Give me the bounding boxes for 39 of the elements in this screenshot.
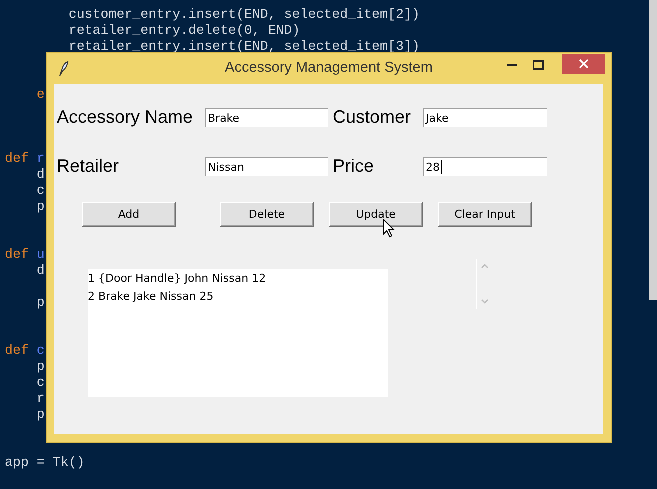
window-title: Accessory Management System (225, 60, 433, 76)
action-button[interactable]: Clear Input (438, 202, 532, 227)
field-label: Price (333, 156, 374, 177)
listbox[interactable]: 1 {Door Handle} John Nissan 12 2 Brake Jake Nissan 25 (88, 269, 388, 397)
close-icon (578, 58, 588, 68)
code-line: r (36, 391, 45, 406)
input-field[interactable]: Jake (423, 108, 547, 127)
code-line: p (36, 295, 45, 310)
code-line: def u (5, 247, 45, 263)
action-button[interactable]: Delete (220, 202, 314, 227)
code-line: c (36, 375, 45, 390)
code-line: d (36, 263, 45, 278)
code-line: p (36, 359, 45, 374)
code-line: p (36, 407, 45, 422)
feather-icon (59, 60, 69, 76)
input-field[interactable]: 28 (423, 157, 547, 176)
close-button[interactable] (562, 54, 605, 74)
action-button[interactable]: Add (82, 202, 176, 227)
field-label: Retailer (57, 156, 120, 177)
field-label: Accessory Name (57, 107, 194, 128)
code-line: customer_entry.insert(END, selected_item[2]) (68, 7, 420, 22)
code-line: app = Tk() (5, 455, 85, 470)
action-button[interactable]: Update (329, 202, 423, 227)
input-field[interactable]: Brake (205, 108, 328, 127)
code-line: e (36, 87, 45, 102)
code-line: d (36, 167, 45, 182)
code-line: retailer_entry.delete(0, END) (68, 23, 300, 38)
input-field[interactable]: Nissan (205, 157, 328, 176)
code-line: def r (5, 151, 45, 167)
code-line: c (36, 183, 45, 198)
minimize-icon (506, 63, 516, 66)
field-label: Customer (333, 107, 412, 128)
code-line: def c (5, 343, 45, 359)
maximize-icon (533, 60, 544, 70)
code-line: retailer_entry.insert(END, selected_item[3]) (68, 39, 420, 54)
mouse-pointer-icon (383, 219, 395, 238)
list-item[interactable]: 1 {Door Handle} John Nissan 12 (88, 270, 266, 288)
code-line: p (36, 199, 45, 214)
list-item[interactable]: 2 Brake Jake Nissan 25 (88, 288, 214, 306)
